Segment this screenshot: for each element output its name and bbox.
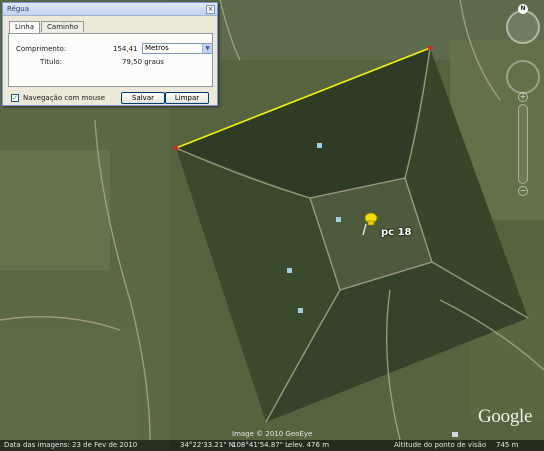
heading-label: Título: <box>40 58 62 66</box>
copyright-text: Image © 2010 GeoEye <box>232 430 313 438</box>
yellow-pushpin-icon[interactable] <box>361 210 379 236</box>
chevron-down-icon[interactable]: ▼ <box>202 44 212 53</box>
tour-icon[interactable] <box>452 432 458 437</box>
google-logo: Google <box>478 406 533 427</box>
length-value: 154,41 <box>113 45 138 53</box>
imagery-date: Data das imagens: 23 de Fev de 2010 <box>4 441 138 449</box>
heading-value: 79,50 graus <box>122 58 164 66</box>
ruler-dialog: Régua × Linha Caminho Comprimento: 154,4… <box>2 2 218 106</box>
unit-select-value: Metros <box>145 44 169 52</box>
tab-panel: Comprimento: 154,41 Metros ▼ Título: 79,… <box>8 33 213 87</box>
mouse-nav-checkbox[interactable]: ✓ <box>11 94 19 102</box>
measure-start-point[interactable] <box>174 146 178 150</box>
status-bar: Data das imagens: 23 de Fev de 2010 34°2… <box>0 440 544 451</box>
close-icon[interactable]: × <box>206 5 215 14</box>
elevation: elev. 476 m <box>288 441 330 449</box>
tab-path[interactable]: Caminho <box>41 21 85 32</box>
zoom-out-icon[interactable]: − <box>518 186 528 196</box>
zoom-slider[interactable] <box>518 104 528 184</box>
unit-select[interactable]: Metros ▼ <box>142 43 213 54</box>
eye-altitude-value: 745 m <box>496 441 519 449</box>
longitude: 108°41'54.87" L <box>232 441 290 449</box>
compass-ring[interactable] <box>506 10 540 44</box>
latitude: 34°22'33.21" N <box>180 441 234 449</box>
tab-bar: Linha Caminho <box>9 21 85 33</box>
north-button[interactable]: N <box>518 4 528 14</box>
measure-end-point[interactable] <box>428 46 432 50</box>
mouse-nav-label: Navegação com mouse <box>23 94 106 102</box>
look-joystick[interactable] <box>506 60 540 94</box>
dialog-title: Régua <box>3 3 217 16</box>
zoom-in-icon[interactable]: + <box>518 92 528 102</box>
clear-button[interactable]: Limpar <box>165 92 209 104</box>
eye-altitude-label: Altitude do ponto de visão <box>394 441 487 449</box>
tab-line[interactable]: Linha <box>9 21 41 33</box>
placemark-label[interactable]: pc 18 <box>381 227 411 238</box>
save-button[interactable]: Salvar <box>121 92 165 104</box>
length-label: Comprimento: <box>16 45 67 53</box>
